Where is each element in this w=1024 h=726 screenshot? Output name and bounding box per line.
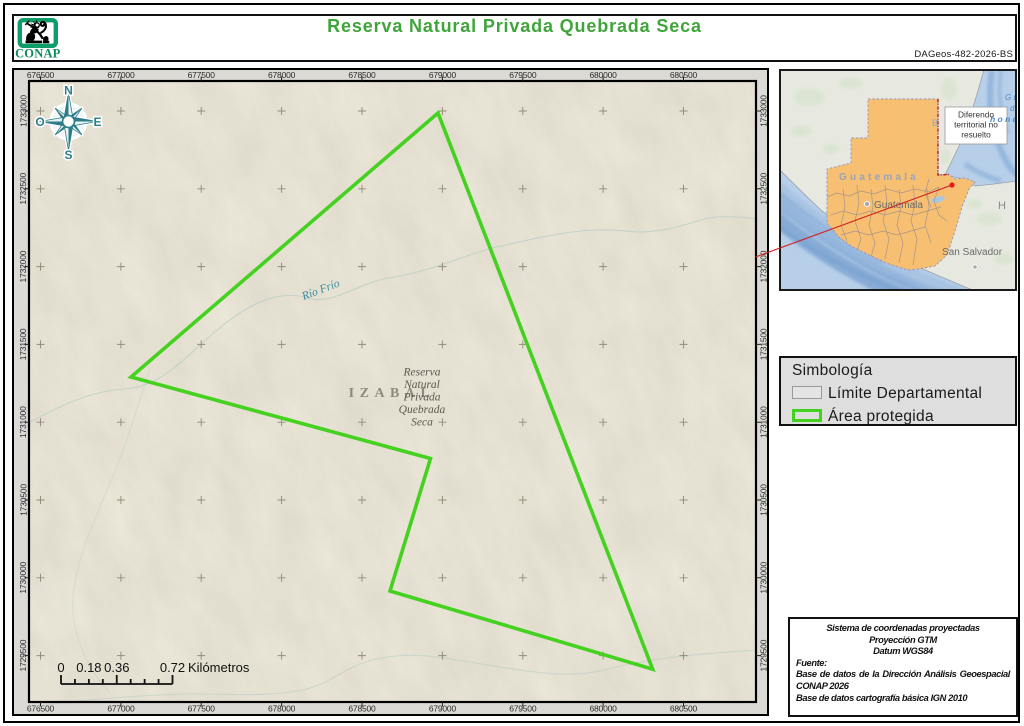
svg-text:Guatemala: Guatemala <box>839 172 919 183</box>
svg-text:Privada: Privada <box>402 391 440 403</box>
svg-text:0.36: 0.36 <box>104 660 129 675</box>
svg-text:d: d <box>1010 104 1015 113</box>
svg-text:Quebrada: Quebrada <box>399 404 446 416</box>
svg-text:S: S <box>64 148 72 162</box>
svg-text:H o: H o <box>998 200 1017 212</box>
svg-text:O: O <box>35 115 44 129</box>
svg-text:Kilómetros: Kilómetros <box>188 660 250 675</box>
svg-text:0.18: 0.18 <box>76 660 101 675</box>
svg-text:E: E <box>93 115 101 129</box>
svg-text:0.72: 0.72 <box>160 660 185 675</box>
svg-text:resuelto: resuelto <box>961 130 991 140</box>
svg-text:B: B <box>932 118 938 128</box>
svg-text:h o n d: h o n d <box>990 114 1017 124</box>
svg-text:CONAP: CONAP <box>15 47 61 61</box>
svg-text:San Salvador: San Salvador <box>942 247 1003 258</box>
svg-text:Guatemala: Guatemala <box>874 200 923 211</box>
svg-text:0: 0 <box>57 660 64 675</box>
svg-text:Seca: Seca <box>411 416 433 428</box>
svg-text:Reserva: Reserva <box>402 367 440 379</box>
svg-text:Natural: Natural <box>403 379 440 391</box>
svg-text:Diferendo: Diferendo <box>958 110 994 120</box>
svg-text:N: N <box>64 84 73 98</box>
